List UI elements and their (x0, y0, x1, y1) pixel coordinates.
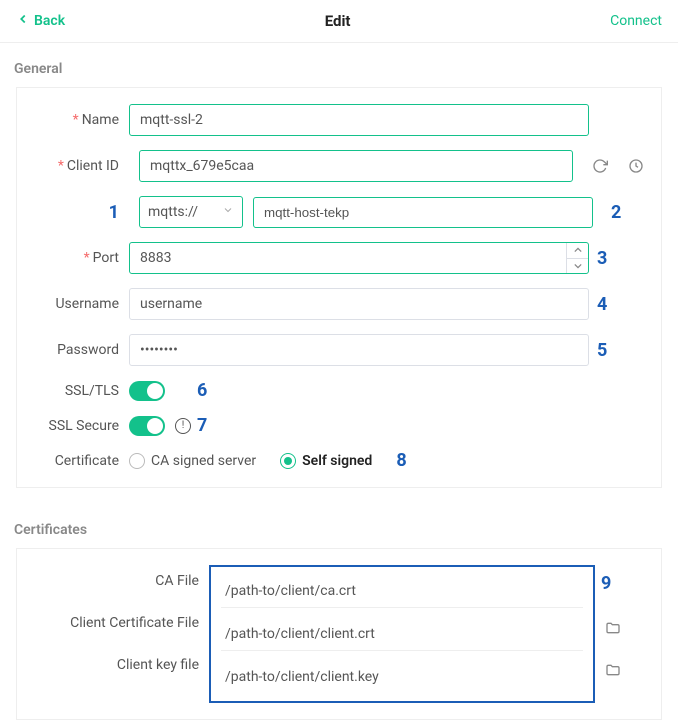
ca-file-input[interactable] (221, 575, 583, 608)
row-host: 1 mqtts:// 2 (33, 196, 645, 228)
back-label: Back (34, 13, 65, 29)
port-stepper (566, 243, 588, 273)
radio-self-signed[interactable] (280, 453, 296, 469)
required-marker: * (58, 158, 64, 174)
required-marker: * (73, 112, 79, 128)
annotation-marker-7: 7 (197, 415, 207, 436)
client-key-file-input[interactable] (221, 661, 583, 693)
radio-label-ca-signed[interactable]: CA signed server (151, 453, 256, 469)
label-client-id: *Client ID (33, 158, 129, 174)
annotation-marker-1: 1 (33, 202, 129, 223)
folder-icon[interactable] (605, 662, 621, 678)
annotation-marker-2: 2 (611, 202, 621, 223)
client-cert-file-input[interactable] (221, 618, 583, 651)
row-name: *Name (33, 104, 645, 136)
row-port: *Port 3 (33, 242, 645, 274)
label-username: Username (33, 296, 129, 312)
toggle-knob (147, 418, 163, 434)
clock-icon[interactable] (627, 157, 645, 175)
host-input[interactable] (253, 197, 593, 228)
annotation-marker-4: 4 (597, 294, 607, 315)
panel-certificates: CA File Client Certificate File Client k… (16, 548, 662, 720)
radio-label-self-signed[interactable]: Self signed (302, 453, 372, 469)
label-certificate: Certificate (33, 453, 129, 469)
ssl-tls-toggle[interactable] (129, 381, 165, 401)
chevron-left-icon (16, 12, 30, 30)
page-title: Edit (325, 12, 351, 30)
row-ssl-secure: SSL Secure ! 7 (33, 415, 645, 436)
section-header-certificates: Certificates (0, 504, 678, 548)
radio-ca-signed[interactable] (129, 453, 145, 469)
port-input-wrapper (129, 242, 589, 274)
row-username: Username 4 (33, 288, 645, 320)
annotation-marker-8: 8 (396, 450, 406, 471)
annotation-marker-9: 9 (601, 573, 621, 594)
password-input[interactable] (129, 334, 589, 366)
file-inputs-group (209, 565, 595, 703)
name-input[interactable] (129, 104, 589, 136)
required-marker: * (84, 250, 90, 266)
file-icons-column: 9 (595, 565, 621, 703)
label-password: Password (33, 342, 129, 358)
label-client-cert-file: Client Certificate File (33, 615, 199, 631)
ssl-secure-toggle[interactable] (129, 416, 165, 436)
info-icon[interactable]: ! (175, 418, 191, 434)
cert-labels-column: CA File Client Certificate File Client k… (33, 565, 209, 703)
label-port: *Port (33, 250, 129, 266)
row-certificate: Certificate CA signed server Self signed… (33, 450, 645, 471)
annotation-marker-5: 5 (597, 340, 607, 361)
label-ssl-secure: SSL Secure (33, 418, 129, 434)
connect-button[interactable]: Connect (610, 13, 662, 29)
scheme-value: mqtts:// (148, 204, 198, 220)
row-password: Password 5 (33, 334, 645, 366)
cert-files-row: CA File Client Certificate File Client k… (33, 565, 621, 703)
stepper-down[interactable] (567, 259, 588, 274)
label-name: *Name (33, 112, 129, 128)
scheme-select[interactable]: mqtts:// (139, 196, 243, 228)
topbar: Back Edit Connect (0, 0, 678, 43)
username-input[interactable] (129, 288, 589, 320)
row-client-id: *Client ID (33, 150, 645, 182)
client-id-input[interactable] (139, 150, 573, 182)
section-header-general: General (0, 43, 678, 87)
label-client-key-file: Client key file (33, 657, 199, 673)
toggle-knob (147, 383, 163, 399)
chevron-down-icon (222, 204, 234, 220)
port-input[interactable] (130, 243, 566, 273)
label-ca-file: CA File (33, 573, 199, 589)
row-ssl-tls: SSL/TLS 6 (33, 380, 645, 401)
stepper-up[interactable] (567, 243, 588, 259)
panel-general: *Name *Client ID 1 mqtts:// 2 *Port (16, 87, 662, 488)
folder-icon[interactable] (605, 620, 621, 636)
annotation-marker-3: 3 (597, 248, 607, 269)
label-ssl-tls: SSL/TLS (33, 383, 129, 399)
annotation-marker-6: 6 (197, 380, 207, 401)
back-button[interactable]: Back (16, 12, 65, 30)
refresh-icon[interactable] (591, 157, 609, 175)
